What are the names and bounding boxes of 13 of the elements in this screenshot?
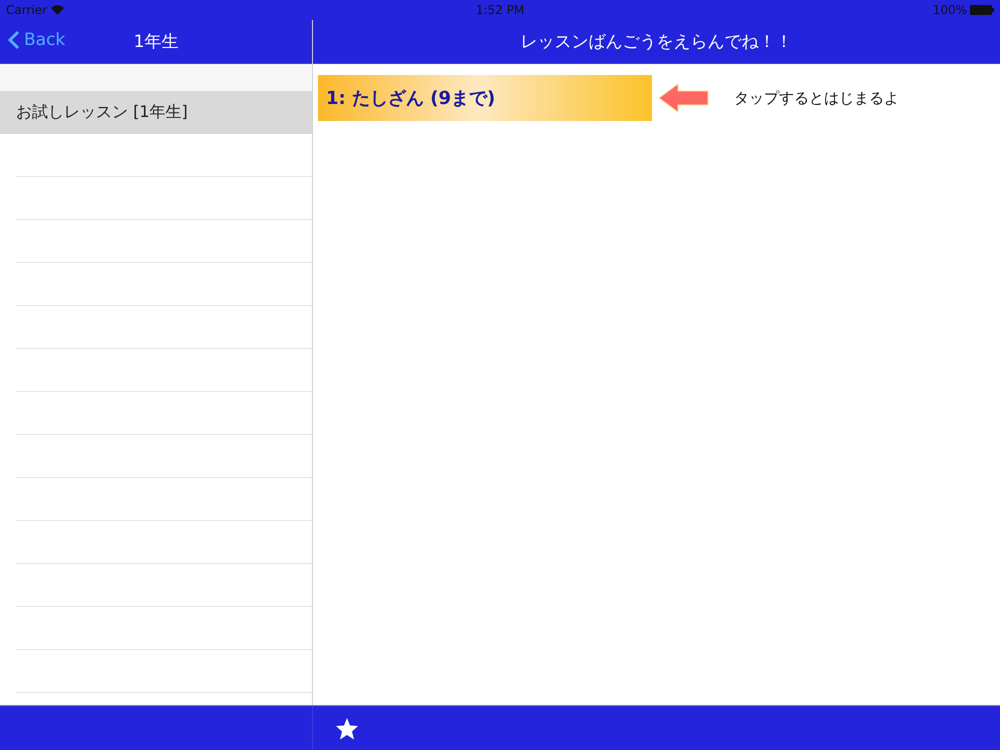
chevron-left-icon — [8, 30, 20, 50]
clock-label: 1:52 PM — [476, 3, 524, 17]
list-item[interactable]: お試しレッスン [1年生] — [0, 91, 312, 134]
sidebar-title: 1年生 — [134, 31, 178, 53]
main-title: レッスンばんごうをえらんでね！！ — [520, 31, 792, 53]
carrier-label: Carrier — [6, 3, 48, 17]
hint-text: タップするとはじまるよ — [734, 88, 899, 108]
battery-icon — [970, 5, 994, 15]
back-button[interactable]: Back — [6, 28, 68, 52]
battery-label: 100% — [932, 3, 968, 17]
lesson-button[interactable]: 1: たしざん (9まで) — [318, 75, 652, 121]
arrow-left-icon — [658, 83, 710, 113]
wifi-icon — [51, 5, 64, 15]
